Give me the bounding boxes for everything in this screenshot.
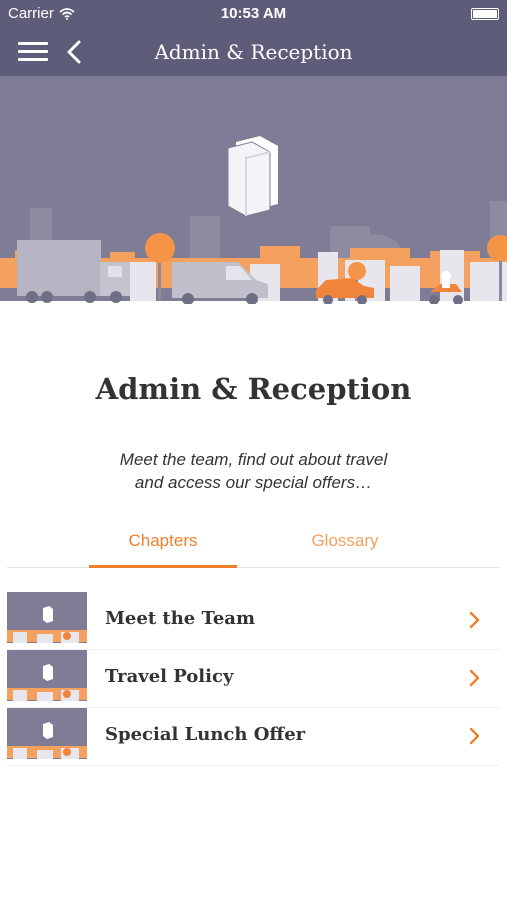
hero-banner <box>0 76 507 304</box>
status-bar: Carrier 10:53 AM <box>0 0 507 28</box>
chevron-right-icon <box>469 727 480 745</box>
chapter-label: Special Lunch Offer <box>105 724 306 745</box>
nav-bar: Admin & Reception <box>0 28 507 76</box>
subtitle-line-1: Meet the team, find out about travel <box>119 450 388 469</box>
nav-title: Admin & Reception <box>154 40 353 64</box>
city-illustration <box>0 76 507 304</box>
chapter-row-meet-the-team[interactable]: Meet the Team <box>7 592 500 650</box>
tab-bar: Chapters Glossary <box>7 522 500 568</box>
battery-icon <box>471 8 499 20</box>
book-icon <box>227 136 278 217</box>
tab-glossary[interactable]: Glossary <box>270 522 420 568</box>
chevron-right-icon <box>469 669 480 687</box>
status-time: 10:53 AM <box>220 5 287 22</box>
chapter-label: Meet the Team <box>105 608 256 629</box>
chapter-thumbnail <box>7 708 87 762</box>
chapter-thumbnail <box>7 592 87 646</box>
chevron-right-icon <box>469 611 480 629</box>
chapter-label: Travel Policy <box>105 666 234 687</box>
subtitle-line-2: and access our special offers… <box>134 473 373 492</box>
page-title: Admin & Reception <box>95 372 412 406</box>
chapter-row-special-lunch-offer[interactable]: Special Lunch Offer <box>7 708 500 766</box>
chapter-list: Meet the Team Travel Policy Special Lunc… <box>7 592 500 766</box>
chapter-thumbnail <box>7 650 87 704</box>
page-subtitle: Meet the team, find out about travel and… <box>60 448 447 494</box>
tab-chapters[interactable]: Chapters <box>89 522 237 568</box>
chapter-row-travel-policy[interactable]: Travel Policy <box>7 650 500 708</box>
